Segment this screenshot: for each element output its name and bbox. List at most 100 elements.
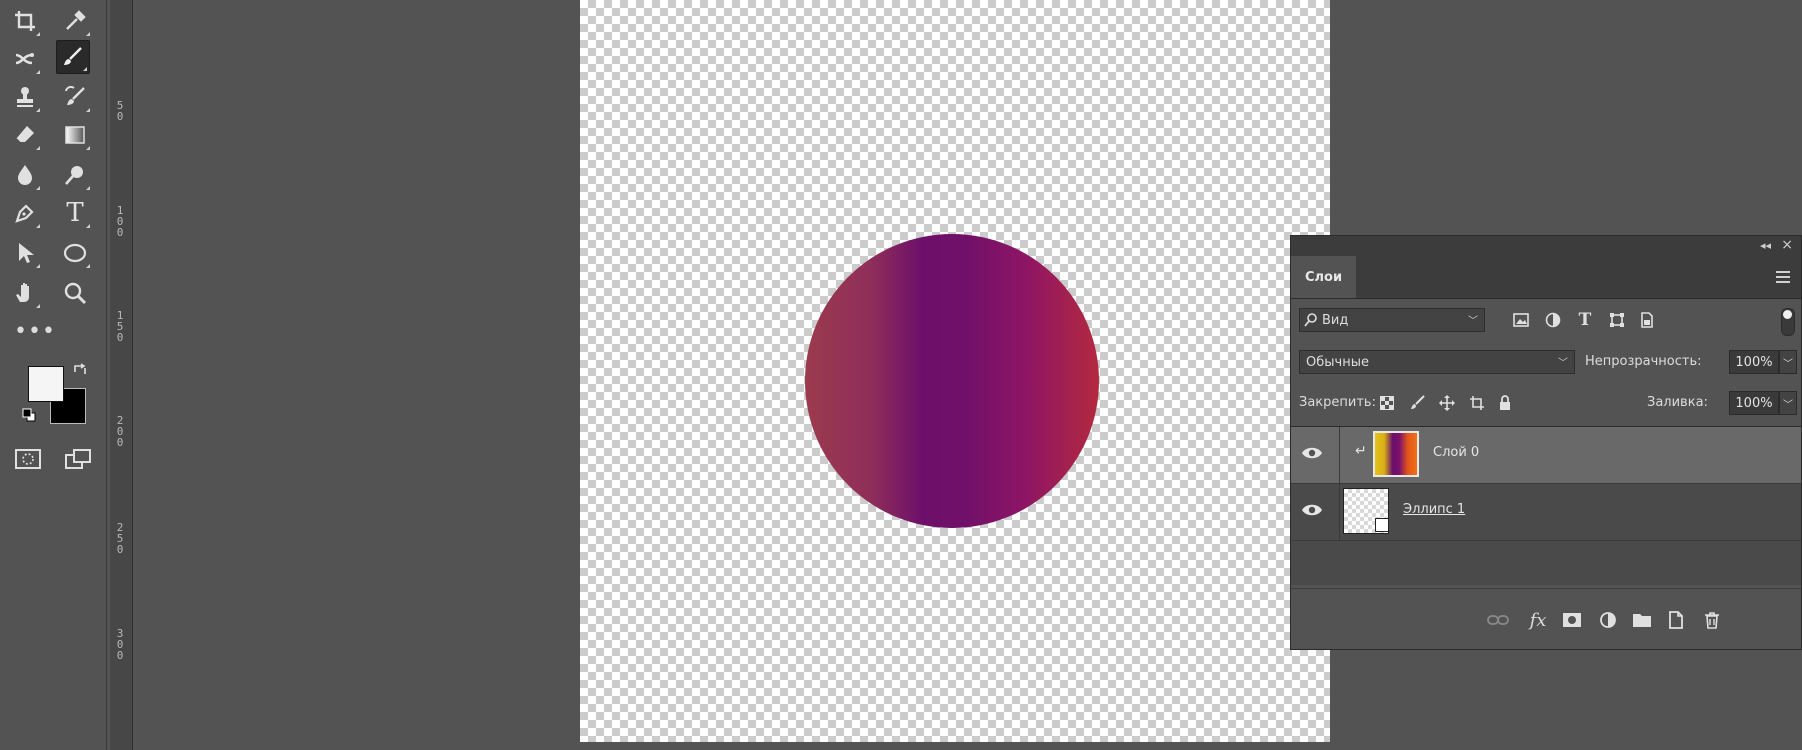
layer-row-layer0[interactable]: ↵ Слой 0 (1291, 427, 1801, 484)
mask-icon (1563, 613, 1581, 627)
move-icon (1439, 395, 1455, 411)
new-adjustment-layer-button[interactable] (1597, 609, 1619, 631)
layer-name[interactable]: Эллипс 1 (1403, 502, 1465, 517)
zoom-icon (64, 282, 87, 305)
quick-mask-icon[interactable] (14, 448, 42, 470)
crop-tool[interactable] (8, 4, 42, 38)
trash-icon (1705, 612, 1719, 629)
gradient-tool[interactable] (58, 118, 92, 152)
chevron-down-icon: ﹀ (1783, 399, 1793, 411)
pen-icon (15, 204, 34, 223)
blur-icon (18, 165, 32, 185)
more-tools-button[interactable]: ••• (14, 319, 56, 344)
opacity-label: Непрозрачность: (1585, 354, 1702, 369)
type-tool[interactable]: T (58, 196, 92, 230)
ruler-label: 3 0 0 (116, 627, 124, 662)
ellipse-tool[interactable] (58, 236, 92, 270)
document-canvas[interactable] (580, 0, 1330, 742)
vertical-ruler: 5 0 1 0 0 1 5 0 2 0 0 2 5 0 3 0 0 (110, 0, 133, 750)
brush-icon (1411, 395, 1425, 409)
ruler-label: 2 5 0 (116, 521, 124, 556)
brush-icon (64, 47, 82, 65)
arrow-icon (19, 243, 34, 263)
type-icon: T (66, 198, 84, 228)
stamp-icon (17, 87, 33, 107)
eyedropper-tool[interactable] (58, 4, 92, 38)
lock-label: Закрепить: (1299, 395, 1376, 410)
layer-row-ellipse[interactable]: Эллипс 1 (1291, 484, 1801, 541)
layers-panel: ◂◂ × Слои Вид ﹀ T Обычные ﹀ Непрозрачнос… (1290, 235, 1802, 650)
filter-toggle-switch[interactable] (1781, 308, 1795, 336)
filter-smart-object-button[interactable] (1637, 310, 1657, 330)
folder-icon (1633, 614, 1651, 627)
filter-type-button[interactable]: T (1575, 310, 1595, 330)
shape-layer-badge-icon (1375, 518, 1389, 532)
healing-icon (15, 53, 34, 65)
layer-name[interactable]: Слой 0 (1433, 445, 1479, 460)
hand-icon (16, 283, 29, 302)
default-colors-icon[interactable] (22, 408, 36, 422)
layer-thumbnail[interactable] (1373, 431, 1419, 477)
lock-pixels-button[interactable] (1407, 393, 1427, 413)
foreground-color-swatch[interactable] (28, 366, 64, 402)
stamp-tool[interactable] (8, 80, 42, 114)
chevron-down-icon: ﹀ (1558, 358, 1568, 369)
ruler-label: 1 0 0 (116, 204, 124, 239)
filter-pixel-button[interactable] (1511, 310, 1531, 330)
path-selection-tool[interactable] (8, 236, 42, 270)
filter-shape-button[interactable] (1607, 310, 1627, 330)
healing-tool[interactable] (8, 42, 42, 76)
opacity-dropdown-button[interactable]: ﹀ (1779, 350, 1797, 374)
lock-icon (1500, 395, 1510, 410)
close-icon[interactable]: × (1781, 237, 1793, 253)
chevron-down-icon: ﹀ (1783, 358, 1793, 370)
filter-adjustment-button[interactable] (1543, 310, 1563, 330)
hand-tool[interactable] (8, 276, 42, 310)
tab-layers[interactable]: Слои (1291, 256, 1357, 298)
blend-mode-select[interactable]: Обычные ﹀ (1299, 350, 1575, 374)
pen-tool[interactable] (8, 196, 42, 230)
crop-icon (15, 11, 35, 31)
ruler-label: 2 0 0 (116, 414, 124, 449)
lock-transparent-button[interactable] (1377, 393, 1397, 413)
new-group-button[interactable] (1631, 609, 1653, 631)
eye-icon[interactable] (1301, 445, 1323, 461)
new-layer-button[interactable] (1665, 609, 1687, 631)
panel-menu-icon[interactable] (1775, 270, 1791, 284)
tools-toolbar: T ••• (0, 0, 107, 750)
swap-colors-icon[interactable] (72, 362, 88, 378)
gradient-ellipse-shape[interactable] (805, 234, 1099, 528)
image-icon (1513, 313, 1529, 327)
history-brush-tool[interactable] (58, 80, 92, 114)
panel-title-bar: ◂◂ × (1291, 236, 1801, 256)
layer-style-button[interactable]: fx (1527, 609, 1549, 631)
panel-tab-bar: Слои (1291, 256, 1801, 299)
fill-input[interactable]: 100% (1729, 391, 1779, 415)
delete-layer-button[interactable] (1701, 609, 1723, 631)
screen-mode-icon[interactable] (64, 448, 94, 470)
ruler-label: 5 0 (116, 99, 124, 123)
add-mask-button[interactable] (1561, 609, 1583, 631)
opacity-input[interactable]: 100% (1729, 350, 1779, 374)
lock-artboard-button[interactable] (1467, 393, 1487, 413)
dodge-tool[interactable] (58, 158, 92, 192)
eye-icon[interactable] (1301, 502, 1323, 518)
lock-position-button[interactable] (1437, 393, 1457, 413)
layer-filter-select[interactable]: Вид ﹀ (1299, 308, 1485, 332)
eraser-icon (15, 126, 34, 144)
collapse-icon[interactable]: ◂◂ (1760, 239, 1771, 252)
dodge-icon (65, 166, 83, 185)
eraser-tool[interactable] (8, 118, 42, 152)
link-layers-button[interactable] (1487, 609, 1509, 631)
new-layer-icon (1669, 611, 1683, 629)
smart-object-icon (1641, 312, 1653, 328)
fx-icon: fx (1529, 609, 1547, 631)
blur-tool[interactable] (8, 158, 42, 192)
fill-dropdown-button[interactable]: ﹀ (1779, 391, 1797, 415)
brush-tool[interactable] (56, 40, 90, 74)
fill-label: Заливка: (1647, 395, 1708, 410)
panel-footer: fx (1291, 588, 1801, 649)
artboard-icon (1470, 396, 1484, 410)
lock-all-button[interactable] (1495, 393, 1515, 413)
zoom-tool[interactable] (58, 276, 92, 310)
